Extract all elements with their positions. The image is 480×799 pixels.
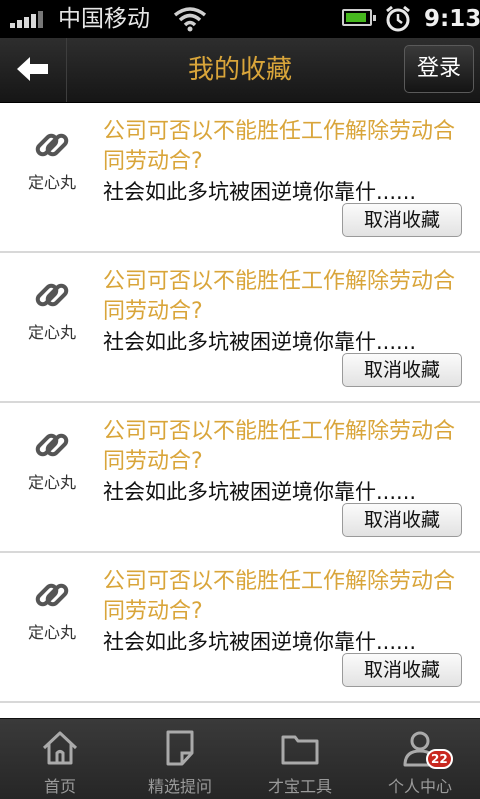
cancel-favorite-button[interactable]: 取消收藏 <box>342 353 462 387</box>
item-source-block: 定心丸 <box>18 275 86 343</box>
tab-tools[interactable]: 才宝工具 <box>240 719 360 799</box>
tab-label: 精选提问 <box>147 777 212 796</box>
item-title[interactable]: 公司可否以不能胜任工作解除劳动合同劳动合? <box>103 267 468 327</box>
tab-label: 个人中心 <box>387 777 452 796</box>
item-source-block: 定心丸 <box>18 575 86 643</box>
status-bar: 中国移动 9:13 <box>0 0 480 38</box>
alarm-icon <box>386 5 410 32</box>
tab-label: 首页 <box>43 777 76 796</box>
favorite-item[interactable]: 定心丸 公司可否以不能胜任工作解除劳动合同劳动合? 社会如此多坑被困逆境你靠什.… <box>0 253 480 403</box>
signal-icon <box>10 10 50 28</box>
item-source-label: 定心丸 <box>27 473 76 492</box>
cancel-favorite-button[interactable]: 取消收藏 <box>342 503 462 537</box>
link-icon <box>35 283 69 307</box>
favorites-list: 定心丸 公司可否以不能胜任工作解除劳动合同劳动合? 社会如此多坑被困逆境你靠什.… <box>0 103 480 718</box>
login-button[interactable]: 登录 <box>404 45 474 93</box>
carrier-name: 中国移动 <box>58 6 150 32</box>
cancel-favorite-button[interactable]: 取消收藏 <box>342 203 462 237</box>
favorite-item[interactable]: 定心丸 公司可否以不能胜任工作解除劳动合同劳动合? 社会如此多坑被困逆境你靠什.… <box>0 403 480 553</box>
bottom-tab-bar: 首页 精选提问 才宝工具 22 个人中心 <box>0 718 480 799</box>
item-title[interactable]: 公司可否以不能胜任工作解除劳动合同劳动合? <box>103 417 468 477</box>
link-icon <box>35 433 69 457</box>
tab-featured-questions[interactable]: 精选提问 <box>120 719 240 799</box>
item-source-block: 定心丸 <box>18 125 86 193</box>
item-source-label: 定心丸 <box>27 623 76 642</box>
item-title[interactable]: 公司可否以不能胜任工作解除劳动合同劳动合? <box>103 117 468 177</box>
item-source-block: 定心丸 <box>18 425 86 493</box>
item-title[interactable]: 公司可否以不能胜任工作解除劳动合同劳动合? <box>103 567 468 627</box>
status-time: 9:13 <box>424 6 480 32</box>
title-bar: 我的收藏 登录 <box>0 38 480 103</box>
wifi-icon <box>173 7 207 32</box>
favorite-item[interactable]: 定心丸 公司可否以不能胜任工作解除劳动合同劳动合? 社会如此多坑被困逆境你靠什.… <box>0 103 480 253</box>
notification-badge: 22 <box>426 749 453 769</box>
tab-label: 才宝工具 <box>267 777 332 796</box>
cancel-favorite-button[interactable]: 取消收藏 <box>342 653 462 687</box>
tab-profile[interactable]: 22 个人中心 <box>360 719 480 799</box>
home-icon <box>42 731 78 765</box>
link-icon <box>35 133 69 157</box>
item-source-label: 定心丸 <box>27 323 76 342</box>
note-icon <box>166 730 194 766</box>
battery-icon <box>342 9 376 26</box>
item-source-label: 定心丸 <box>27 173 76 192</box>
folder-icon <box>281 735 319 765</box>
link-icon <box>35 583 69 607</box>
favorite-item[interactable]: 定心丸 公司可否以不能胜任工作解除劳动合同劳动合? 社会如此多坑被困逆境你靠什.… <box>0 553 480 703</box>
tab-home[interactable]: 首页 <box>0 719 120 799</box>
